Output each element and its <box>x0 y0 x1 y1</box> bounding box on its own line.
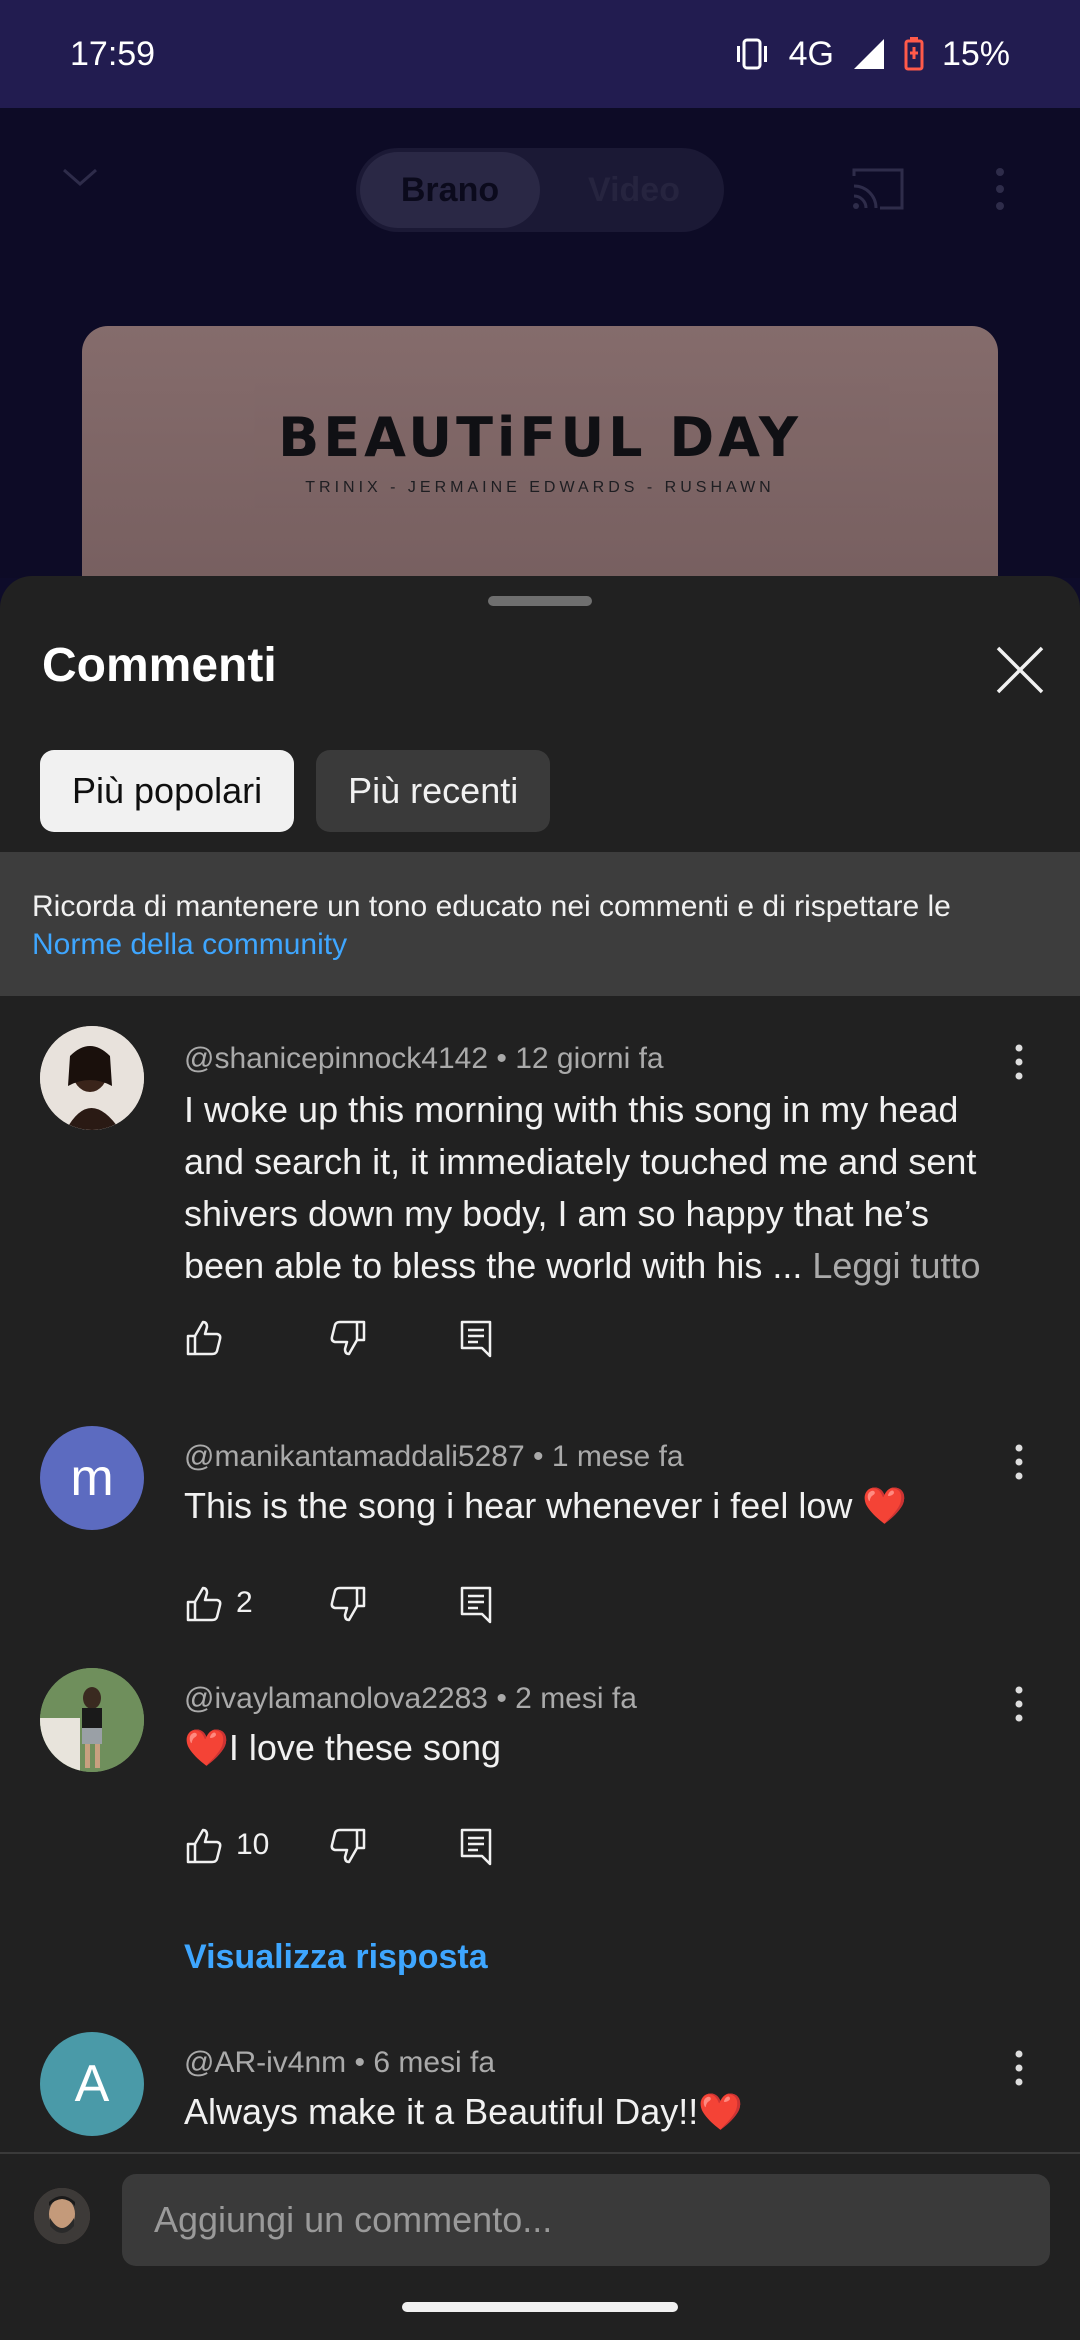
thumbs-down-icon[interactable] <box>328 1318 368 1358</box>
comment-actions: 2 <box>184 1584 884 1628</box>
comment-age: 6 mesi fa <box>373 2046 496 2079</box>
battery-percent: 15% <box>941 34 1010 73</box>
cast-icon[interactable] <box>850 166 906 212</box>
comment-actions <box>184 1318 884 1362</box>
comment-author[interactable]: @ivaylamanolova2283 <box>184 1682 488 1715</box>
read-more-link[interactable]: Leggi tutto <box>812 1245 980 1286</box>
battery-low-icon <box>904 37 924 71</box>
artwork-title: BEAUTiFUL DAY <box>278 406 802 469</box>
comment-age: 1 mese fa <box>551 1440 684 1473</box>
close-icon[interactable] <box>994 644 1046 696</box>
avatar[interactable]: m <box>40 1426 144 1530</box>
comment-text: I woke up this morning with this song in… <box>184 1084 1004 1292</box>
comment-more-icon[interactable] <box>1012 1442 1026 1482</box>
sort-chips: Più popolari Più recenti <box>40 750 551 832</box>
comment-author[interactable]: @shanicepinnock4142 <box>184 1042 488 1075</box>
status-icons: 4G 15% <box>733 35 1010 74</box>
like-count: 10 <box>236 1828 270 1861</box>
comment-meta: @manikantamaddali5287 • 1 mese fa <box>184 1440 684 1473</box>
chip-top-comments[interactable]: Più popolari <box>40 750 295 832</box>
avatar-letter: m <box>70 1449 114 1507</box>
home-indicator[interactable] <box>402 2302 678 2312</box>
song-video-toggle: Brano Video <box>356 148 724 232</box>
thumbs-up-icon[interactable] <box>184 1318 224 1358</box>
avatar[interactable]: A <box>40 2032 144 2136</box>
chip-newest[interactable]: Più recenti <box>316 750 551 832</box>
drag-handle[interactable] <box>488 596 592 606</box>
notice-text: Ricorda di mantenere un tono educato nei… <box>32 890 951 923</box>
thumbs-down-icon[interactable] <box>328 1584 368 1624</box>
comment-body: This is the song i hear whenever i feel … <box>184 1485 908 1526</box>
reply-icon[interactable] <box>456 1584 496 1624</box>
status-time: 17:59 <box>70 34 156 73</box>
avatar <box>34 2188 90 2244</box>
thumbs-up-icon[interactable] <box>184 1584 224 1624</box>
comment-meta: @shanicepinnock4142 • 12 giorni fa <box>184 1042 664 1075</box>
comment-actions: 10 <box>184 1826 884 1870</box>
community-guidelines-link[interactable]: Norme della community <box>32 926 1048 964</box>
comment-more-icon[interactable] <box>1012 2048 1026 2088</box>
comment-age: 12 giorni fa <box>515 1042 664 1075</box>
reply-icon[interactable] <box>456 1318 496 1358</box>
signal-icon <box>852 37 886 71</box>
chevron-down-icon[interactable] <box>60 158 100 198</box>
comment-body: Always make it a Beautiful Day!!❤️ <box>184 2091 744 2132</box>
artwork-subtitle: TRINIX - JERMAINE EDWARDS - RUSHAWN <box>305 479 775 496</box>
comment-author[interactable]: @AR-iv4nm <box>184 2046 346 2079</box>
comments-sheet: Commenti Più popolari Più recenti Ricord… <box>0 576 1080 2340</box>
view-replies-link[interactable]: Visualizza risposta <box>184 1938 488 1977</box>
thumbs-up-icon[interactable] <box>184 1826 224 1866</box>
tab-video[interactable]: Video <box>544 152 724 228</box>
tab-brano[interactable]: Brano <box>360 152 540 228</box>
comment-age: 2 mesi fa <box>515 1682 637 1715</box>
player-area: Brano Video BEAUTiFUL DAY TRINIX - JERMA… <box>0 108 1080 586</box>
sheet-title: Commenti <box>42 639 277 692</box>
more-options-icon[interactable] <box>990 164 1010 214</box>
avatar-letter: A <box>74 2055 110 2113</box>
network-label: 4G <box>788 34 834 73</box>
like-count: 2 <box>236 1586 253 1619</box>
reply-icon[interactable] <box>456 1826 496 1866</box>
album-artwork: BEAUTiFUL DAY TRINIX - JERMAINE EDWARDS … <box>82 326 998 586</box>
comment-meta: @AR-iv4nm • 6 mesi fa <box>184 2046 496 2079</box>
thumbs-down-icon[interactable] <box>328 1826 368 1866</box>
comment-author[interactable]: @manikantamaddali5287 <box>184 1440 525 1473</box>
community-notice: Ricorda di mantenere un tono educato nei… <box>0 852 1080 996</box>
comment-more-icon[interactable] <box>1012 1042 1026 1082</box>
player-topbar: Brano Video <box>0 128 1080 232</box>
vibrate-icon <box>733 37 771 71</box>
avatar[interactable] <box>40 1026 144 1130</box>
comment-input[interactable] <box>122 2174 1050 2266</box>
avatar[interactable] <box>40 1668 144 1772</box>
comment-composer <box>0 2152 1080 2340</box>
status-bar: 17:59 4G 15% <box>0 0 1080 108</box>
comment-meta: @ivaylamanolova2283 • 2 mesi fa <box>184 1682 637 1715</box>
comment-body: ❤️I love these song <box>184 1727 502 1768</box>
comment-more-icon[interactable] <box>1012 1684 1026 1724</box>
